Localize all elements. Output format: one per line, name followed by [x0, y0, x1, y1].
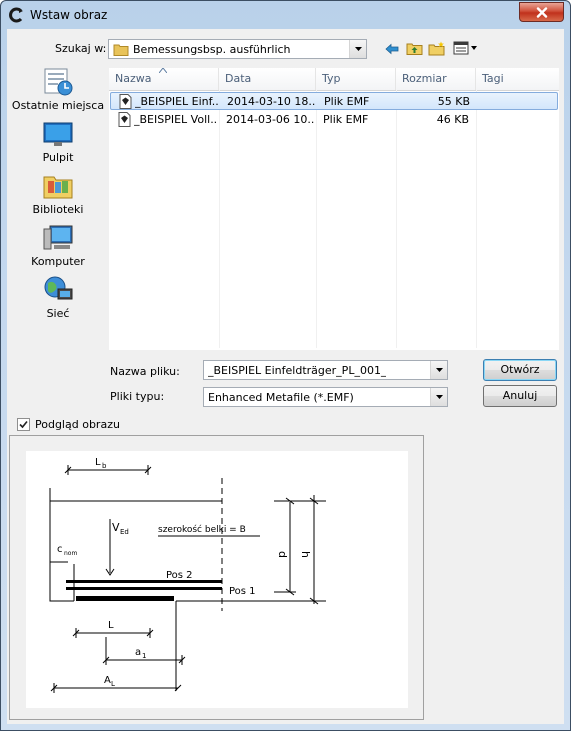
- list-header: Nazwa Data Typ Rozmiar Tagi: [109, 68, 559, 91]
- label-cnom-sub: nom: [64, 550, 77, 557]
- new-folder-button[interactable]: [428, 39, 446, 57]
- place-label: Ostatnie miejsca: [11, 99, 105, 112]
- emf-file-icon: [118, 112, 131, 127]
- filetype-dropdown[interactable]: [430, 388, 447, 406]
- label-lb-sub: b: [102, 462, 107, 470]
- place-label: Biblioteki: [32, 203, 84, 216]
- cancel-button[interactable]: Anuluj: [483, 385, 557, 407]
- view-menu-icon: [453, 41, 477, 55]
- close-icon: [536, 6, 547, 18]
- look-in-combo[interactable]: Bemessungsbsp. ausführlich: [108, 39, 367, 59]
- label-beam-width: szerokość belki = B: [158, 524, 246, 535]
- look-in-dropdown[interactable]: [349, 40, 366, 58]
- filename-dropdown[interactable]: [430, 361, 447, 379]
- preview-checkbox[interactable]: [17, 418, 30, 431]
- title-bar[interactable]: Wstaw obraz: [1, 1, 570, 29]
- desktop-icon: [43, 122, 73, 146]
- beam-drawing: L b V Ed szerokość belki = B c nom d h P…: [49, 457, 326, 693]
- preview-checkbox-label: Podgląd obrazu: [35, 418, 120, 431]
- up-folder-button[interactable]: [405, 39, 423, 57]
- view-menu-button[interactable]: [452, 39, 480, 57]
- place-recent[interactable]: Ostatnie miejsca: [7, 67, 109, 117]
- image-preview-frame: L b V Ed szerokość belki = B c nom d h P…: [9, 435, 424, 720]
- file-row[interactable]: _BEISPIEL Voll... 2014-03-06 10... Plik …: [110, 111, 558, 129]
- chevron-down-icon: [435, 368, 443, 372]
- dialog-body: Szukaj w: Bemessungsbsp. ausführlich Ost…: [7, 29, 564, 724]
- filetype-value: Enhanced Metafile (*.EMF): [208, 391, 354, 404]
- file-date: 2014-03-10 18...: [227, 95, 315, 108]
- place-label: Sieć: [46, 307, 70, 320]
- file-date: 2014-03-06 10...: [226, 113, 314, 126]
- filetype-label: Pliki typu:: [110, 390, 165, 403]
- file-size: 46 KB: [436, 113, 469, 126]
- file-type: Plik EMF: [324, 95, 370, 108]
- column-header-tags[interactable]: Tagi: [476, 68, 559, 90]
- place-desktop[interactable]: Pulpit: [7, 119, 109, 169]
- label-d: d: [276, 551, 289, 558]
- close-button[interactable]: [519, 2, 564, 22]
- computer-icon: [43, 225, 73, 250]
- sort-ascending-icon: [159, 68, 167, 73]
- filetype-select[interactable]: Enhanced Metafile (*.EMF): [203, 387, 448, 407]
- look-in-value: Bemessungsbsp. ausführlich: [133, 43, 291, 56]
- column-header-date[interactable]: Data: [219, 68, 316, 90]
- label-h: h: [299, 551, 312, 558]
- label-a1: a: [135, 647, 141, 658]
- column-header-type[interactable]: Typ: [316, 68, 396, 90]
- image-preview: L b V Ed szerokość belki = B c nom d h P…: [26, 451, 408, 708]
- filename-value: _BEISPIEL Einfeldträger_PL_001_: [208, 364, 387, 377]
- place-computer[interactable]: Komputer: [7, 223, 109, 273]
- chevron-down-icon: [354, 47, 362, 51]
- network-icon: [44, 276, 73, 300]
- recent-places-icon: [44, 68, 73, 96]
- label-al-sub: L: [111, 680, 115, 688]
- label-l: L: [108, 620, 114, 631]
- file-size: 55 KB: [437, 95, 470, 108]
- file-name: _BEISPIEL Einf...: [135, 95, 219, 108]
- column-header-name[interactable]: Nazwa: [109, 68, 219, 90]
- window-title: Wstaw obraz: [30, 8, 108, 22]
- folder-icon: [113, 44, 129, 56]
- place-network[interactable]: Sieć: [7, 275, 109, 325]
- filename-input[interactable]: _BEISPIEL Einfeldträger_PL_001_: [203, 360, 448, 380]
- file-list[interactable]: Nazwa Data Typ Rozmiar Tagi _BEISPIEL Ei…: [108, 67, 560, 351]
- file-row[interactable]: _BEISPIEL Einf... 2014-03-10 18... Plik …: [110, 92, 558, 110]
- up-folder-icon: [406, 43, 422, 55]
- place-label: Pulpit: [42, 151, 74, 164]
- label-lb: L: [95, 457, 101, 468]
- app-icon: [9, 7, 23, 23]
- label-ved: V: [112, 521, 120, 534]
- label-cnom: c: [57, 544, 63, 555]
- back-button[interactable]: [383, 40, 401, 58]
- place-label: Komputer: [31, 255, 85, 268]
- look-in-label: Szukaj w:: [55, 42, 107, 55]
- label-a1-sub: 1: [142, 652, 146, 660]
- label-pos2: Pos 2: [166, 570, 193, 581]
- insert-image-dialog: Wstaw obraz Szukaj w: Bemessungsbsp. aus…: [0, 0, 571, 731]
- filename-label: Nazwa pliku:: [110, 365, 180, 378]
- label-al: A: [104, 675, 111, 686]
- chevron-down-icon: [435, 395, 443, 399]
- back-icon: [385, 43, 399, 55]
- column-header-size[interactable]: Rozmiar: [396, 68, 476, 90]
- file-name: _BEISPIEL Voll...: [134, 113, 218, 126]
- emf-file-icon: [119, 94, 132, 109]
- label-pos1: Pos 1: [229, 586, 256, 597]
- open-button[interactable]: Otwórz: [483, 359, 557, 381]
- new-folder-icon: [428, 41, 445, 55]
- place-libraries[interactable]: Biblioteki: [7, 171, 109, 221]
- label-ved-sub: Ed: [120, 528, 129, 536]
- file-type: Plik EMF: [323, 113, 369, 126]
- checkmark-icon: [19, 420, 28, 429]
- libraries-icon: [43, 176, 73, 199]
